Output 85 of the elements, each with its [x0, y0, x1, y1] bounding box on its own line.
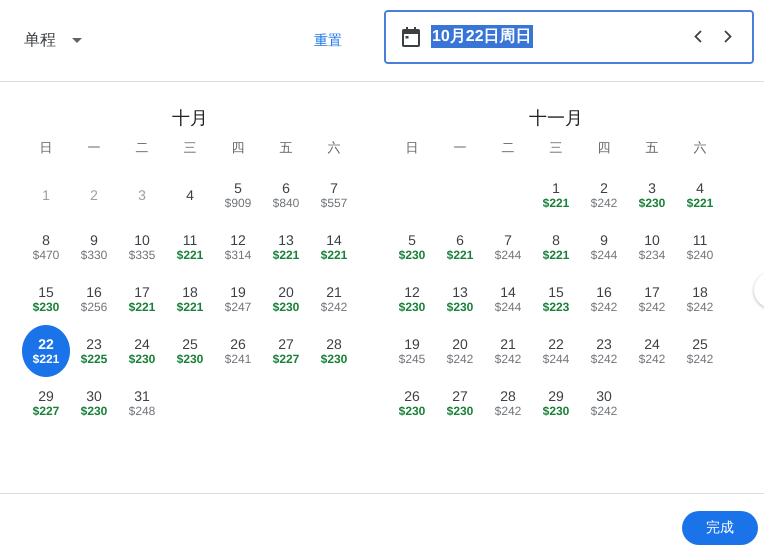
- calendar-day: 3: [118, 171, 166, 219]
- calendar-day[interactable]: 25 $242: [676, 327, 724, 375]
- month-title: 十月: [171, 107, 209, 130]
- calendar-day[interactable]: 4 $221: [676, 171, 724, 219]
- calendar-icon: [402, 26, 420, 46]
- weekday-label: 五: [278, 139, 294, 157]
- calendar-day[interactable]: 21 $242: [484, 327, 532, 375]
- calendar-day[interactable]: 16 $242: [580, 275, 628, 323]
- calendar-day[interactable]: 13 $221: [262, 223, 310, 271]
- next-icon[interactable]: [724, 30, 732, 43]
- done-button[interactable]: 完成: [682, 511, 758, 545]
- calendar-day[interactable]: 5 $909: [214, 171, 262, 219]
- calendar-day[interactable]: 17 $242: [628, 275, 676, 323]
- reset-button[interactable]: 重置: [310, 26, 346, 56]
- caret-icon: [72, 38, 82, 43]
- calendar-day[interactable]: 15 $223: [532, 275, 580, 323]
- calendar-day[interactable]: 10 $234: [628, 223, 676, 271]
- calendar-day[interactable]: 8 $470: [22, 223, 70, 271]
- month-title: 十一月: [528, 107, 584, 130]
- calendar-day[interactable]: 11 $221: [166, 223, 214, 271]
- calendar-day[interactable]: 1 $221: [532, 171, 580, 219]
- calendar-day[interactable]: 16 $256: [70, 275, 118, 323]
- calendar-day[interactable]: 8 $221: [532, 223, 580, 271]
- weekday-label: 日: [404, 139, 420, 157]
- calendar-day[interactable]: 19 $245: [388, 327, 436, 375]
- calendar-day: 1: [22, 171, 70, 219]
- calendar-day[interactable]: 30 $242: [580, 379, 628, 427]
- calendar-day[interactable]: 28 $230: [310, 327, 358, 375]
- calendar-day[interactable]: 18 $242: [676, 275, 724, 323]
- weekday-label: 日: [38, 139, 54, 157]
- calendar-day: 2: [70, 171, 118, 219]
- calendar-day[interactable]: 30 $230: [70, 379, 118, 427]
- calendar-day[interactable]: 2 $242: [580, 171, 628, 219]
- calendar-day[interactable]: 17 $221: [118, 275, 166, 323]
- calendar-day[interactable]: 9 $330: [70, 223, 118, 271]
- weekday-label: 二: [500, 139, 516, 157]
- calendar-day[interactable]: 9 $244: [580, 223, 628, 271]
- calendar-day[interactable]: 14 $244: [484, 275, 532, 323]
- weekday-label: 四: [230, 139, 246, 157]
- calendar-day[interactable]: 6 $221: [436, 223, 484, 271]
- calendar-day[interactable]: 12 $230: [388, 275, 436, 323]
- calendar-day[interactable]: 19 $247: [214, 275, 262, 323]
- calendar-day[interactable]: 25 $230: [166, 327, 214, 375]
- previous-icon[interactable]: [694, 30, 702, 43]
- calendar-day[interactable]: 29 $230: [532, 379, 580, 427]
- calendar-day[interactable]: 20 $230: [262, 275, 310, 323]
- weekday-label: 三: [182, 139, 198, 157]
- calendar-day[interactable]: 21 $242: [310, 275, 358, 323]
- calendar-day[interactable]: 23 $225: [70, 327, 118, 375]
- calendar-day[interactable]: 13 $230: [436, 275, 484, 323]
- weekday-label: 六: [692, 139, 708, 157]
- calendar-day[interactable]: 24 $230: [118, 327, 166, 375]
- calendar-day[interactable]: 12 $314: [214, 223, 262, 271]
- weekday-label: 四: [596, 139, 612, 157]
- calendar-day[interactable]: 24 $242: [628, 327, 676, 375]
- calendar-day[interactable]: 6 $840: [262, 171, 310, 219]
- calendar-day[interactable]: 28 $242: [484, 379, 532, 427]
- calendar-day[interactable]: 3 $230: [628, 171, 676, 219]
- calendar-day[interactable]: 26 $241: [214, 327, 262, 375]
- weekday-label: 六: [326, 139, 342, 157]
- weekday-label: 一: [86, 139, 102, 157]
- calendar-day[interactable]: 4: [166, 171, 214, 219]
- calendar-day[interactable]: 22 $244: [532, 327, 580, 375]
- calendar-day[interactable]: 14 $221: [310, 223, 358, 271]
- calendar-day[interactable]: 23 $242: [580, 327, 628, 375]
- calendar-day[interactable]: 15 $230: [22, 275, 70, 323]
- calendar-day[interactable]: 31 $248: [118, 379, 166, 427]
- trip-type-dropdown[interactable]: 单程: [14, 24, 92, 57]
- calendar-day[interactable]: 27 $230: [436, 379, 484, 427]
- weekday-label: 五: [644, 139, 660, 157]
- calendar-day[interactable]: 29 $227: [22, 379, 70, 427]
- calendar-day[interactable]: 26 $230: [388, 379, 436, 427]
- calendar-day[interactable]: 7 $557: [310, 171, 358, 219]
- calendar-day[interactable]: 18 $221: [166, 275, 214, 323]
- calendar-day[interactable]: 7 $244: [484, 223, 532, 271]
- date-field[interactable]: 10月22日周日: [384, 10, 754, 64]
- calendar-day[interactable]: 11 $240: [676, 223, 724, 271]
- calendar-day[interactable]: 27 $227: [262, 327, 310, 375]
- weekday-label: 一: [452, 139, 468, 157]
- weekday-label: 二: [134, 139, 150, 157]
- weekday-label: 三: [548, 139, 564, 157]
- calendar-day[interactable]: 20 $242: [436, 327, 484, 375]
- calendar-day[interactable]: 22 $221: [22, 325, 70, 377]
- calendar-day[interactable]: 5 $230: [388, 223, 436, 271]
- calendar-day[interactable]: 10 $335: [118, 223, 166, 271]
